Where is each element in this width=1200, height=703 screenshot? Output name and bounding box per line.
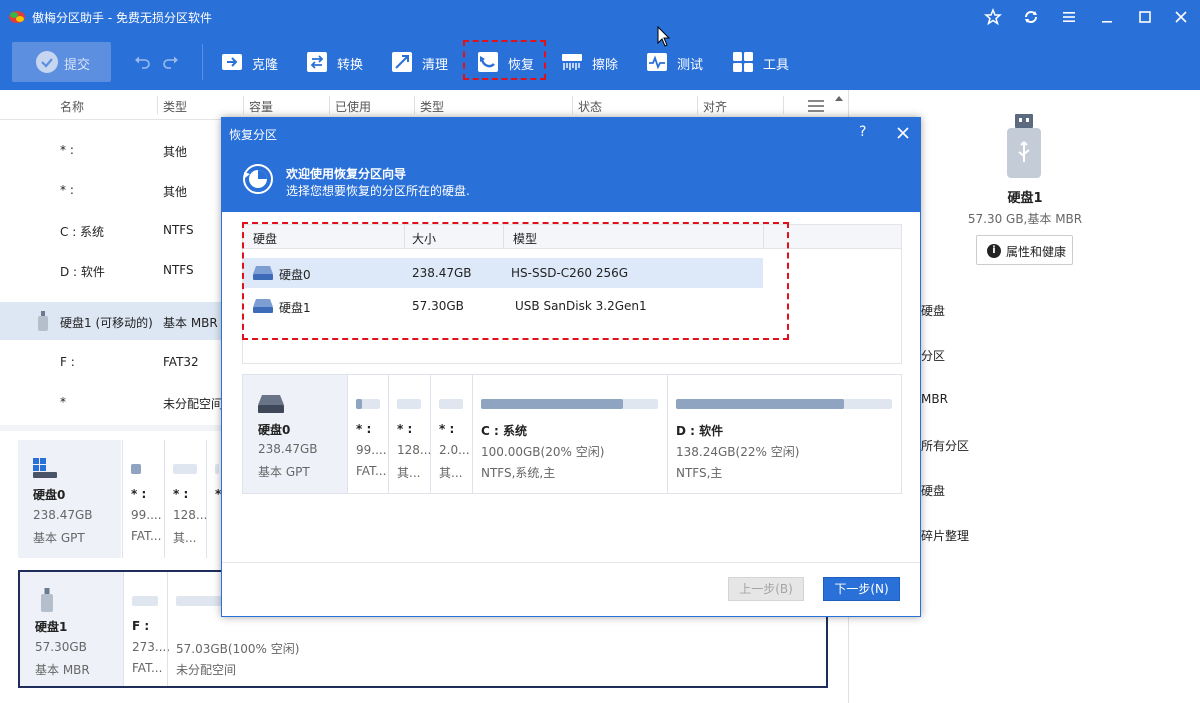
clean-label: 清理: [422, 58, 449, 73]
wipe-icon: [560, 50, 584, 74]
disk0-partition[interactable]: *: [206, 440, 221, 558]
recover-partition-dialog: 恢复分区 ? 欢迎使用恢复分区向导 选择您想要恢复的分区所在的硬盘. 硬盘 大小…: [221, 117, 921, 617]
redo-icon[interactable]: [160, 52, 180, 72]
column-settings-icon[interactable]: [808, 100, 824, 112]
convert-icon: [305, 50, 329, 74]
usb-drive-icon: [38, 311, 48, 331]
col-status[interactable]: 状态: [578, 98, 602, 115]
dialog-partition[interactable]: * : 2.0... 其...: [430, 375, 472, 493]
col-name[interactable]: 名称: [60, 98, 84, 115]
tools-button[interactable]: 工具: [731, 42, 801, 82]
star-icon[interactable]: [982, 6, 1004, 28]
usb-drive-icon: [1007, 114, 1041, 178]
scroll-up-icon[interactable]: [833, 92, 845, 104]
prev-step-button[interactable]: 上一步(B): [728, 577, 804, 601]
undo-icon[interactable]: [133, 52, 153, 72]
operation-item[interactable]: 碎片整理: [921, 527, 969, 544]
col-align[interactable]: 对齐: [703, 98, 727, 115]
check-icon: [36, 51, 58, 73]
disk1-size: 57.30GB: [35, 640, 87, 654]
disk1-info: 硬盘1 57.30GB 基本 MBR: [20, 572, 123, 686]
disk0-partition[interactable]: * : 128... 其...: [164, 440, 207, 558]
app-logo-icon: [9, 11, 25, 23]
operation-item[interactable]: 硬盘: [921, 482, 945, 499]
close-icon[interactable]: [1170, 6, 1192, 28]
dialog-title: 恢复分区: [229, 128, 278, 142]
clean-button[interactable]: 清理: [390, 42, 460, 82]
disk0-name: 硬盘0: [33, 488, 66, 502]
properties-health-button[interactable]: i 属性和健康: [976, 235, 1073, 265]
toolbar: 提交 克隆 转换 清理 恢复 擦除 测试 工具: [0, 34, 1200, 90]
maximize-icon[interactable]: [1134, 6, 1156, 28]
dialog-disk0-info: 硬盘0 238.47GB 基本 GPT: [243, 375, 347, 493]
dialog-subheading: 选择您想要恢复的分区所在的硬盘.: [286, 184, 470, 198]
column-header: 名称 类型 容量 已使用 类型 状态 对齐: [0, 90, 848, 120]
col-capacity[interactable]: 容量: [249, 98, 273, 115]
tools-icon: [731, 50, 755, 74]
convert-button[interactable]: 转换: [305, 42, 375, 82]
disk0-info: 硬盘0 238.47GB 基本 GPT: [18, 440, 121, 558]
mouse-cursor-icon: [657, 26, 671, 47]
wipe-label: 擦除: [592, 58, 619, 73]
refresh-icon[interactable]: [1020, 6, 1042, 28]
disk1-type: 基本 MBR: [35, 663, 90, 677]
operation-item[interactable]: 硬盘: [921, 302, 945, 319]
next-step-button[interactable]: 下一步(N): [823, 577, 900, 601]
clone-button[interactable]: 克隆: [220, 42, 290, 82]
dialog-heading: 欢迎使用恢复分区向导: [286, 167, 407, 181]
dialog-header: 欢迎使用恢复分区向导 选择您想要恢复的分区所在的硬盘.: [222, 148, 920, 212]
convert-label: 转换: [337, 58, 364, 73]
recover-wizard-icon: [243, 164, 273, 194]
test-button[interactable]: 测试: [645, 42, 715, 82]
disk0-type: 基本 GPT: [33, 531, 85, 545]
recover-highlight-box: [463, 40, 546, 80]
operation-item[interactable]: MBR: [921, 392, 948, 406]
hard-disk-icon: [258, 395, 284, 413]
app-title: 傲梅分区助手 - 免费无损分区软件: [32, 11, 212, 25]
dialog-partition-d[interactable]: D : 软件 138.24GB(22% 空闲) NTFS,主: [667, 375, 901, 493]
test-icon: [645, 50, 669, 74]
info-icon: i: [987, 244, 1001, 258]
disk1-name: 硬盘1: [35, 620, 68, 634]
minimize-icon[interactable]: [1096, 6, 1118, 28]
wipe-button[interactable]: 擦除: [560, 42, 630, 82]
clean-icon: [390, 50, 414, 74]
help-icon[interactable]: ?: [859, 124, 866, 140]
disk0-partition[interactable]: * : 99.... FAT...: [122, 440, 164, 558]
dialog-partition[interactable]: * : 128... 其...: [388, 375, 431, 493]
usb-drive-icon: [41, 588, 53, 612]
dialog-close-icon[interactable]: [896, 126, 910, 140]
disk0-size: 238.47GB: [33, 508, 93, 522]
submit-label: 提交: [64, 58, 91, 73]
clone-label: 克隆: [252, 58, 279, 73]
col-fs-type[interactable]: 类型: [420, 98, 444, 115]
col-used[interactable]: 已使用: [335, 98, 371, 115]
toolbar-separator: [202, 44, 203, 80]
dialog-footer-divider: [222, 562, 920, 563]
dialog-partition[interactable]: * : 99.... FAT...: [347, 375, 388, 493]
operation-item[interactable]: 分区: [921, 347, 945, 364]
test-label: 测试: [677, 58, 704, 73]
clone-icon: [220, 50, 244, 74]
operation-item[interactable]: 所有分区: [921, 437, 969, 454]
dialog-disk0-card: 硬盘0 238.47GB 基本 GPT * : 99.... FAT... * …: [242, 374, 902, 494]
menu-icon[interactable]: [1058, 6, 1080, 28]
title-bar: 傲梅分区助手 - 免费无损分区软件: [0, 0, 1200, 34]
submit-button[interactable]: 提交: [12, 42, 111, 82]
col-type[interactable]: 类型: [163, 98, 187, 115]
disk1-partition-f[interactable]: F : 273.... FAT...: [123, 572, 170, 686]
dialog-partition-c[interactable]: C : 系统 100.00GB(20% 空闲) NTFS,系统,主: [472, 375, 667, 493]
windows-disk-icon: [33, 458, 57, 478]
tools-label: 工具: [763, 58, 790, 73]
dialog-title-bar: 恢复分区 ?: [222, 118, 920, 148]
disk-list-highlight-box: [242, 222, 789, 340]
